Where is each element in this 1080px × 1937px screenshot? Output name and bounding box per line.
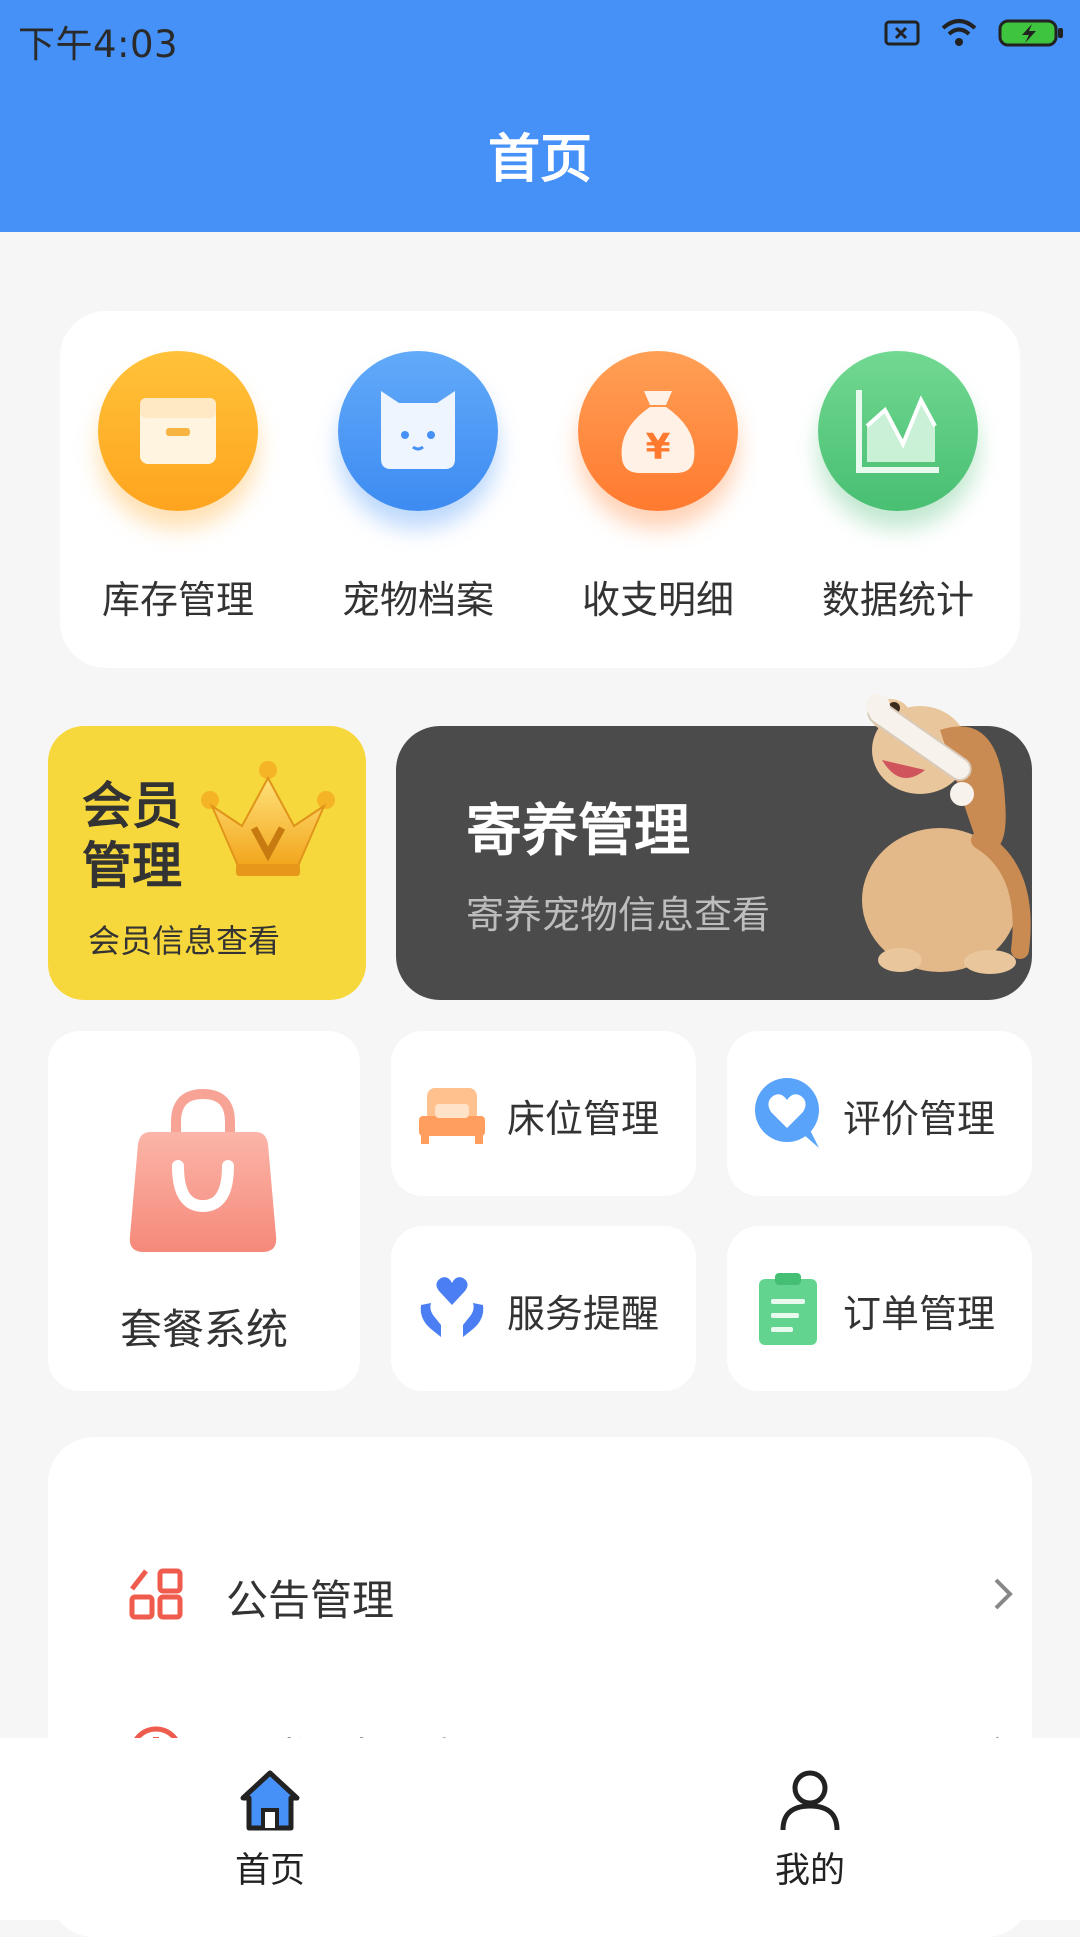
hands-heart-icon <box>420 1277 484 1337</box>
review-management-label: 评价管理 <box>843 1097 996 1141</box>
person-icon <box>780 1770 840 1831</box>
wifi-icon <box>941 19 977 46</box>
boarding-subtitle: 寄养宠物信息查看 <box>466 893 771 937</box>
service-reminder-label: 服务提醒 <box>507 1292 660 1336</box>
tab-home-label: 首页 <box>234 1851 305 1891</box>
member-management-card[interactable]: 会员 管理 会员信息查看 <box>48 726 366 1000</box>
quick-item-label: 数据统计 <box>821 578 974 622</box>
quick-item-label: 收支明细 <box>581 578 734 622</box>
sim-icon <box>884 20 920 46</box>
quick-access-card: 库存管理 宠物档案 ¥ 收支明细 数据统计 <box>60 311 1020 668</box>
chevron-right-icon <box>994 1578 1013 1610</box>
order-management-label: 订单管理 <box>843 1292 996 1336</box>
quick-item-pet-profile[interactable]: 宠物档案 <box>318 351 518 624</box>
tab-home[interactable]: 首页 <box>170 1768 370 1893</box>
dog-illustration <box>862 694 1031 974</box>
box-icon <box>98 351 258 511</box>
boarding-title: 寄养管理 <box>466 799 690 864</box>
status-bar: 下午4:03 <box>0 0 1080 72</box>
grid-icon <box>129 1568 183 1620</box>
quick-item-inventory[interactable]: 库存管理 <box>78 351 278 624</box>
member-subtitle: 会员信息查看 <box>88 922 281 960</box>
bed-icon <box>419 1088 485 1144</box>
bed-management-label: 床位管理 <box>507 1097 660 1141</box>
review-management-tile[interactable]: 评价管理 <box>727 1031 1032 1196</box>
battery-icon <box>998 19 1063 47</box>
heart-chat-icon <box>755 1078 819 1148</box>
cat-face-icon <box>338 351 498 511</box>
quick-item-finance[interactable]: ¥ 收支明细 <box>558 351 758 624</box>
status-icons <box>884 18 1064 48</box>
page-title: 首页 <box>487 130 592 190</box>
crown-icon <box>201 761 335 876</box>
package-system-label: 套餐系统 <box>119 1305 288 1354</box>
tab-mine-label: 我的 <box>774 1851 845 1891</box>
list-item-announcement[interactable]: 公告管理 <box>128 1557 1013 1637</box>
home-icon <box>240 1770 300 1831</box>
list-item-label: 公告管理 <box>226 1576 395 1625</box>
service-reminder-tile[interactable]: 服务提醒 <box>391 1226 696 1391</box>
package-system-card[interactable]: 套餐系统 <box>48 1031 360 1391</box>
header: 首页 <box>0 72 1080 232</box>
svg-text:¥: ¥ <box>645 427 670 468</box>
bed-management-tile[interactable]: 床位管理 <box>391 1031 696 1196</box>
bottom-tab-bar: 首页 我的 <box>0 1738 1080 1920</box>
tab-mine[interactable]: 我的 <box>710 1768 910 1893</box>
quick-item-label: 宠物档案 <box>341 578 494 622</box>
chart-icon <box>818 351 978 511</box>
status-time: 下午4:03 <box>18 23 179 66</box>
quick-item-label: 库存管理 <box>101 578 254 622</box>
quick-item-statistics[interactable]: 数据统计 <box>798 351 998 624</box>
money-bag-icon: ¥ <box>578 351 738 511</box>
member-title: 会员 管理 <box>82 777 182 895</box>
shopping-bag-icon <box>129 1088 277 1252</box>
clipboard-icon <box>759 1273 817 1345</box>
order-management-tile[interactable]: 订单管理 <box>727 1226 1032 1391</box>
